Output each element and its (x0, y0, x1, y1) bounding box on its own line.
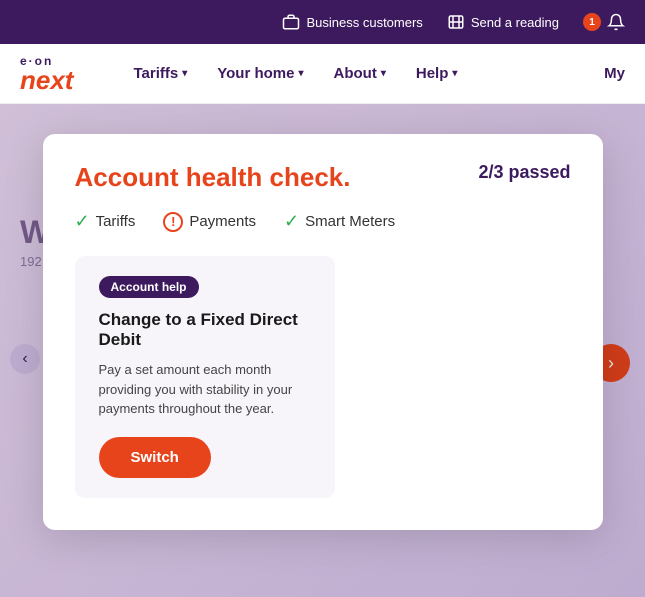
nav-your-home[interactable]: Your home ▾ (217, 65, 303, 82)
help-label: Help (416, 65, 449, 82)
modal-overlay: Account health check. 2/3 passed ✓ Tarif… (0, 104, 645, 597)
notification-count: 1 (583, 13, 601, 31)
passed-count: 2/3 passed (478, 162, 570, 183)
check-tariffs: ✓ Tariffs (75, 211, 136, 232)
card-title: Change to a Fixed Direct Debit (99, 310, 311, 350)
checkmark-tariffs-icon: ✓ (75, 211, 90, 232)
top-bar: Business customers Send a reading 1 (0, 0, 645, 44)
checkmark-smart-meters-icon: ✓ (284, 211, 299, 232)
tariffs-label: Tariffs (133, 65, 178, 82)
account-health-check-modal: Account health check. 2/3 passed ✓ Tarif… (43, 134, 603, 530)
switch-button[interactable]: Switch (99, 437, 211, 478)
about-label: About (334, 65, 377, 82)
modal-header: Account health check. 2/3 passed (75, 162, 571, 193)
checks-row: ✓ Tariffs ! Payments ✓ Smart Meters (75, 211, 571, 232)
about-chevron-icon: ▾ (381, 68, 386, 79)
check-payments: ! Payments (163, 212, 256, 232)
your-home-chevron-icon: ▾ (298, 68, 303, 79)
send-reading-link[interactable]: Send a reading (447, 13, 559, 31)
tariffs-chevron-icon: ▾ (182, 68, 187, 79)
my-label: My (604, 65, 625, 82)
send-reading-label: Send a reading (471, 15, 559, 30)
card-tag: Account help (99, 276, 199, 298)
logo-next-text: next (20, 67, 73, 93)
check-smart-meters-label: Smart Meters (305, 213, 395, 230)
nav-help[interactable]: Help ▾ (416, 65, 458, 82)
check-smart-meters: ✓ Smart Meters (284, 211, 395, 232)
eon-next-logo[interactable]: e·on next (20, 55, 73, 93)
notification-bell[interactable]: 1 (583, 13, 625, 31)
warning-payments-icon: ! (163, 212, 183, 232)
help-chevron-icon: ▾ (452, 68, 457, 79)
briefcase-icon (282, 13, 300, 31)
check-payments-label: Payments (189, 213, 256, 230)
bell-icon (607, 13, 625, 31)
nav-tariffs[interactable]: Tariffs ▾ (133, 65, 187, 82)
nav-my[interactable]: My (604, 65, 625, 82)
account-help-card: Account help Change to a Fixed Direct De… (75, 256, 335, 498)
business-customers-label: Business customers (306, 15, 422, 30)
card-description: Pay a set amount each month providing yo… (99, 360, 311, 419)
check-tariffs-label: Tariffs (96, 213, 136, 230)
meter-icon (447, 13, 465, 31)
modal-title: Account health check. (75, 162, 351, 193)
your-home-label: Your home (217, 65, 294, 82)
business-customers-link[interactable]: Business customers (282, 13, 422, 31)
nav-bar: e·on next Tariffs ▾ Your home ▾ About ▾ … (0, 44, 645, 104)
nav-about[interactable]: About ▾ (334, 65, 386, 82)
